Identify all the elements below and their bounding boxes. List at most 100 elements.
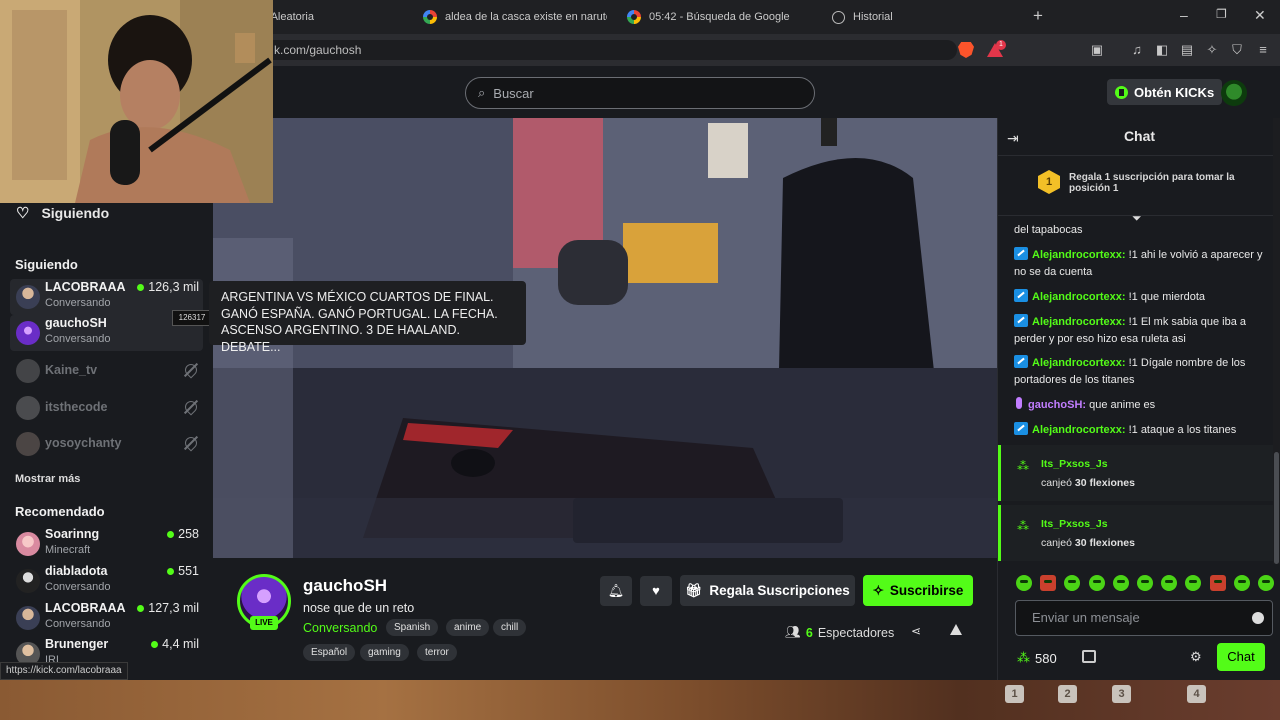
channel-kaine-tv[interactable]: Kaine_tv (10, 353, 203, 389)
url-field[interactable]: k.com/gauchosh (262, 40, 957, 60)
restore-icon[interactable]: ❐ (1216, 7, 1227, 21)
gift-subs-button[interactable]: 🎁︎ Regala Suscripciones (680, 575, 855, 606)
gift-icon: 🎁︎ (685, 582, 703, 598)
sparkle-icon: ✧ (872, 582, 884, 598)
sub-badge-icon (1014, 289, 1028, 302)
rank-badge: 1 (1038, 170, 1060, 194)
show-more-link[interactable]: Mostrar más (15, 473, 80, 485)
heart-icon: ♥ (652, 583, 660, 598)
send-chat-button[interactable]: Chat (1217, 643, 1265, 671)
keyboard-key: 4 (1187, 685, 1206, 703)
tag-chill[interactable]: chill (493, 619, 527, 636)
emote-icon[interactable] (1185, 575, 1202, 591)
channel-brunenger[interactable]: Brunenger IRL 4,4 mil (10, 636, 203, 664)
rewards-badge: 1 (996, 40, 1006, 50)
emote-icon[interactable] (1161, 575, 1178, 591)
tab-history[interactable]: Historial (832, 4, 1016, 30)
stream-title: nose que de un reto (303, 601, 415, 615)
emote-icon[interactable] (1016, 575, 1032, 591)
tag-spanish[interactable]: Spanish (386, 619, 439, 636)
keyboard-key: 3 (1112, 685, 1131, 703)
streamer-name[interactable]: gauchoSH (303, 576, 387, 596)
keyboard-key: 1 (1005, 685, 1024, 703)
leo-icon[interactable]: ✧ (1205, 43, 1219, 57)
music-icon[interactable]: ♫ (1130, 43, 1144, 57)
channel-soarinng[interactable]: Soarinng Minecraft 258 (10, 526, 203, 562)
viewer-count: 127,3 mil (137, 601, 199, 615)
live-dot-icon (167, 567, 175, 575)
new-tab-icon[interactable]: + (1033, 6, 1043, 26)
search-input[interactable]: ⌕ Buscar (465, 77, 815, 109)
emote-icon[interactable] (1209, 575, 1226, 591)
avatar (16, 642, 40, 664)
live-dot-icon (137, 283, 145, 291)
wallet-icon[interactable]: ▤ (1180, 43, 1194, 57)
avatar (16, 606, 40, 630)
search-icon: ⌕ (478, 85, 486, 100)
chat-message: gauchoSH: que anime es (1014, 397, 1268, 414)
viewer-count: 551 (167, 564, 199, 578)
sidebar: ♡ Siguiendo Siguiendo LACOBRAAA Conversa… (0, 200, 213, 684)
emote-icon[interactable] (1233, 575, 1250, 591)
reward-event: ⁂ Its_Pxsos_Js canjeó 30 flexiones (998, 445, 1280, 501)
sidebar-icon[interactable]: ◧ (1155, 43, 1169, 57)
chat-input[interactable]: Enviar un mensaje (1015, 600, 1273, 636)
emote-icon[interactable] (1064, 575, 1081, 591)
vpn-icon[interactable]: ⛉ (1230, 43, 1244, 57)
notifications-button[interactable]: 🔔︎ (600, 576, 632, 606)
sub-badge-icon (1014, 314, 1028, 327)
user-avatar[interactable] (1221, 80, 1247, 106)
users-icon: 👥︎ (785, 625, 801, 639)
tag-anime[interactable]: anime (446, 619, 490, 636)
close-icon[interactable]: ✕ (1254, 7, 1266, 24)
tag-gaming[interactable]: gaming (360, 644, 409, 661)
avatar (16, 321, 40, 345)
channel-itsthecode[interactable]: itsthecode (10, 390, 203, 426)
scrollbar-thumb[interactable] (1274, 452, 1279, 564)
mic-badge-icon (1014, 397, 1024, 410)
kick-icon (1115, 85, 1128, 99)
follow-button[interactable]: ♥ (640, 576, 672, 606)
tab-aleatoria[interactable]: a Aleatoria (262, 4, 402, 30)
minimize-icon[interactable]: – (1180, 7, 1188, 23)
emote-icon[interactable] (1088, 575, 1105, 591)
channel-diabladota[interactable]: diabladota Conversando 551 (10, 563, 203, 599)
sub-badge-icon (1014, 355, 1028, 368)
tag-espanol[interactable]: Español (303, 644, 356, 661)
tab-google-search[interactable]: 05:42 - Búsqueda de Google (627, 4, 811, 30)
avatar (16, 285, 40, 309)
emote-icon[interactable] (1257, 575, 1274, 591)
get-kicks-button[interactable]: Obtén KICKs (1107, 79, 1223, 105)
channel-yosoychanty[interactable]: yosoychanty (10, 426, 203, 462)
chat-message: Alejandrocortexx: !1 El mk sabia que iba… (1014, 314, 1246, 345)
bell-icon: 🔔︎ (607, 583, 625, 598)
reader-icon[interactable]: ▣ (1090, 43, 1104, 57)
emote-icon[interactable] (1112, 575, 1129, 591)
avatar (16, 359, 40, 383)
live-dot-icon (151, 640, 159, 648)
share-icon[interactable]: ⋖ (911, 624, 921, 638)
tab-naruto-search[interactable]: aldea de la casca existe en naruto? - B (423, 4, 607, 30)
subscribe-button[interactable]: ✧ Suscribirse (863, 575, 973, 606)
brave-shield-icon[interactable] (958, 42, 974, 58)
report-icon[interactable] (950, 624, 962, 635)
menu-icon[interactable]: ≡ (1256, 43, 1270, 57)
points-icon: ⁂ (1017, 519, 1029, 533)
chat-header: ⇥ Chat (998, 118, 1280, 156)
following-section-title: Siguiendo (15, 257, 78, 272)
tag-terror[interactable]: terror (417, 644, 457, 661)
emote-icon[interactable] (1040, 575, 1057, 591)
offline-icon (182, 398, 200, 416)
emoji-icon[interactable] (1252, 612, 1264, 624)
rewards-icon[interactable] (1082, 650, 1096, 663)
sub-badge-icon (1014, 247, 1028, 260)
gear-icon[interactable]: ⚙ (1190, 649, 1202, 665)
stream-category[interactable]: Conversando (303, 621, 377, 635)
link-status-bar: https://kick.com/lacobraaa (0, 662, 128, 680)
channel-lacobraaa-recommended[interactable]: LACOBRAAA Conversando 127,3 mil (10, 600, 203, 636)
avatar (16, 432, 40, 456)
pinned-gift-banner[interactable]: 1 Regala 1 suscripción para tomar la pos… (998, 156, 1280, 216)
channel-points[interactable]: ⁂ 580 (1017, 650, 1057, 666)
emote-icon[interactable] (1136, 575, 1153, 591)
following-nav[interactable]: ♡ Siguiendo (16, 204, 109, 222)
